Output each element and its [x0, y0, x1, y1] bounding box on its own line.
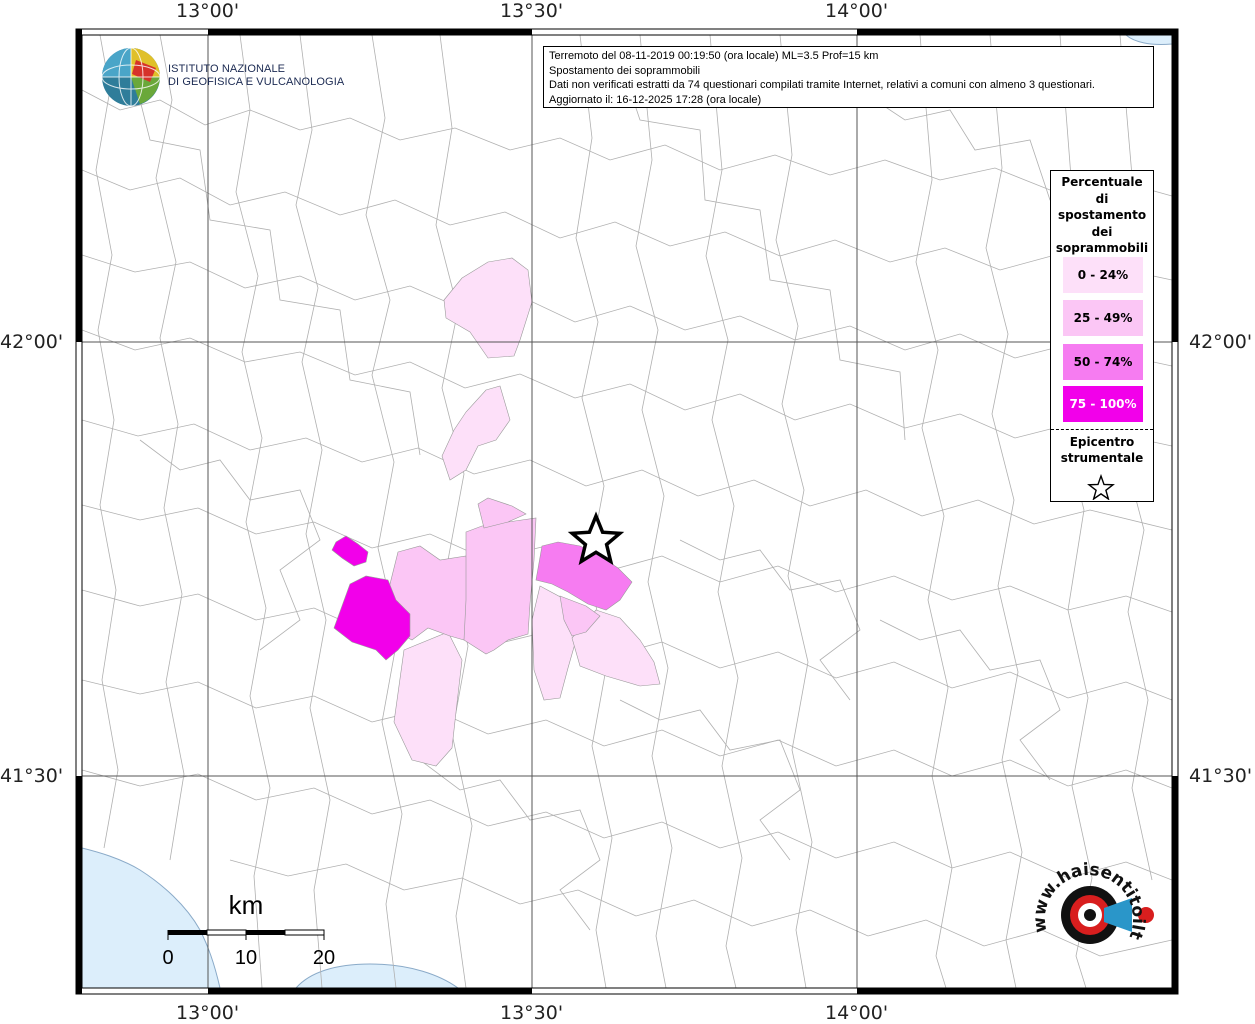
legend: Percentuale di spostamento dei soprammob…: [1050, 170, 1154, 502]
intensity-map: km 0 10 20 www.haisentitoilt: [75, 28, 1179, 995]
legend-title-line3: spostamento: [1057, 208, 1147, 222]
lat-label-right-41-30: 41°30': [1189, 765, 1253, 787]
legend-epicenter-line1: Epicentro: [1069, 435, 1135, 449]
legend-divider: [1051, 429, 1153, 430]
scale-unit-label: km: [229, 890, 264, 920]
event-info-box: Terremoto del 08-11-2019 00:19:50 (ora l…: [543, 46, 1154, 108]
legend-title-line4: dei: [1091, 224, 1113, 239]
event-info-line3: Dati non verificati estratti da 74 quest…: [549, 79, 1095, 91]
event-info-line1: Terremoto del 08-11-2019 00:19:50 (ora l…: [549, 50, 879, 62]
scale-tick-20: 20: [313, 947, 335, 969]
ingv-logo-icon: [101, 47, 161, 107]
ingv-logo-line1: ISTITUTO NAZIONALE: [168, 63, 286, 75]
scale-tick-0: 0: [162, 947, 173, 969]
legend-title-line2: di: [1095, 191, 1109, 206]
legend-title-line1: Percentuale: [1061, 175, 1143, 189]
lat-label-right-42-00: 42°00': [1189, 331, 1253, 353]
legend-epicenter-label: Epicentro strumentale: [1051, 434, 1153, 466]
legend-epicenter-line2: strumentale: [1060, 451, 1144, 465]
legend-class-0-24: 0 - 24%: [1063, 257, 1143, 293]
event-info-line2: Spostamento dei soprammobili: [549, 64, 701, 77]
legend-class-75-100: 75 - 100%: [1063, 386, 1143, 422]
lon-label-bottom-13-30: 13°30': [500, 1002, 564, 1024]
event-info-line4: Aggiornato il: 16-12-2025 17:28 (ora loc…: [549, 93, 762, 106]
lon-label-top-14-00: 14°00': [825, 0, 889, 22]
comune-class-25-49-b: [463, 517, 537, 655]
legend-title: Percentuale di spostamento dei soprammob…: [1051, 174, 1153, 257]
lon-label-bottom-13-00: 13°00': [176, 1002, 240, 1024]
legend-class-25-49: 25 - 49%: [1063, 300, 1143, 336]
lon-label-top-13-00: 13°00': [176, 0, 240, 22]
legend-title-line5: soprammobili: [1055, 241, 1149, 255]
lon-label-top-13-30: 13°30': [500, 0, 564, 22]
lon-label-bottom-14-00: 14°00': [825, 1002, 889, 1024]
scale-tick-10: 10: [235, 947, 257, 969]
legend-class-50-74: 50 - 74%: [1063, 344, 1143, 380]
lat-label-left-42-00: 42°00': [0, 331, 64, 353]
lat-label-left-41-30: 41°30': [0, 765, 64, 787]
ingv-logo-text: ISTITUTO NAZIONALE DI GEOFISICA E VULCAN…: [168, 63, 344, 89]
legend-star-icon: [1087, 474, 1115, 500]
map-background: [82, 35, 1172, 988]
ingv-logo-line2: DI GEOFISICA E VULCANOLOGIA: [168, 76, 345, 88]
